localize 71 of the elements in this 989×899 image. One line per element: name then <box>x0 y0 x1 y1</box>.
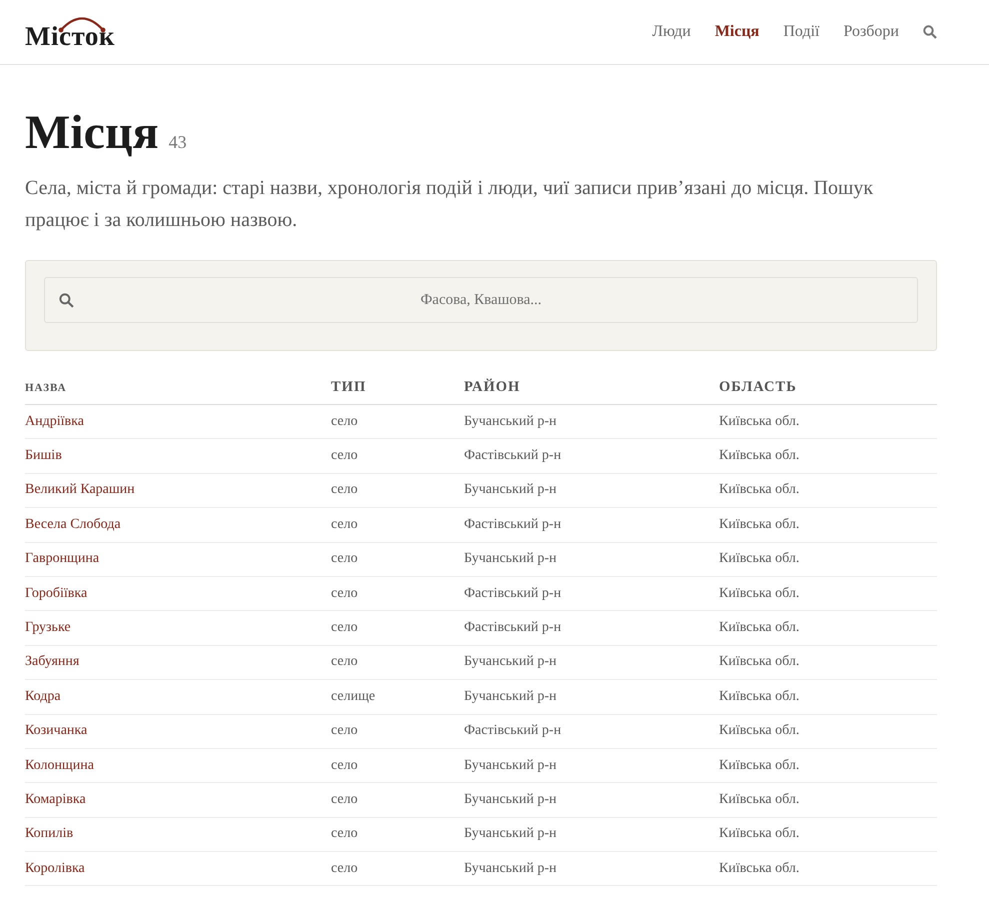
table-cell: Бучанський р-н <box>464 758 556 773</box>
table-cell: Бучанський р-н <box>464 551 556 566</box>
table-cell: Київська обл. <box>719 792 800 807</box>
table-cell: Бучанський р-н <box>464 688 556 704</box>
search-field[interactable]: Фасова, Квашова... <box>44 277 918 323</box>
table-cell: Бучанський р-н <box>464 482 556 498</box>
column-header: НАЗВА <box>25 379 331 404</box>
place-link[interactable]: Кодра <box>25 688 61 704</box>
nav-link[interactable]: Місця <box>714 23 760 41</box>
table-cell: село <box>331 586 358 601</box>
page-title: Місця <box>25 105 159 160</box>
place-link[interactable]: Весела Слобода <box>25 516 121 532</box>
table-cell: Київська обл. <box>719 620 800 636</box>
table-cell: село <box>331 826 358 842</box>
place-count: 43 <box>168 132 187 153</box>
logo[interactable]: Місток <box>25 20 115 52</box>
table-cell: Фастівський р-н <box>464 448 562 464</box>
page-description: Села, міста й громади: старі назви, хронологія подій і люди, чиї записи прив’язані до місця. Пошук працює і за колишньою назвою. <box>25 176 874 233</box>
table-cell: Київська обл. <box>719 758 800 773</box>
table-cell: село <box>331 551 358 566</box>
table-cell: село <box>331 414 358 429</box>
table-cell: Київська обл. <box>719 414 800 429</box>
table-cell: Бучанський р-н <box>464 654 556 670</box>
table-cell: село <box>331 860 358 876</box>
place-link[interactable]: Гавронщина <box>25 551 100 566</box>
place-link[interactable]: Комарівка <box>25 792 86 807</box>
column-header: ТИП <box>331 379 464 404</box>
table-cell: село <box>331 654 358 670</box>
table-cell: село <box>331 482 358 498</box>
search-icon[interactable] <box>923 25 937 39</box>
table-cell: село <box>331 516 358 532</box>
table-cell: Бучанський р-н <box>464 826 556 842</box>
table-cell: Київська обл. <box>719 654 800 670</box>
place-link[interactable]: Великий Карашин <box>25 482 135 498</box>
column-header: ОБЛАСТЬ <box>719 379 937 404</box>
place-link[interactable]: Горобіївка <box>25 586 88 601</box>
table-cell: Бучанський р-н <box>464 860 556 876</box>
nav-link[interactable]: Люди <box>652 23 691 41</box>
table-cell: Бучанський р-н <box>464 792 556 807</box>
table-cell: село <box>331 620 358 636</box>
place-link[interactable]: Колонщина <box>25 758 94 773</box>
place-link[interactable]: Копилів <box>25 826 74 842</box>
table-cell: Київська обл. <box>719 586 800 601</box>
table-cell: селище <box>331 688 376 704</box>
table-cell: Київська обл. <box>719 448 800 464</box>
table-cell: Київська обл. <box>719 723 800 738</box>
table-cell: Фастівський р-н <box>464 516 562 532</box>
table-cell: Київська обл. <box>719 688 800 704</box>
place-link[interactable]: Бишів <box>25 448 62 464</box>
table-cell: Фастівський р-н <box>464 620 562 636</box>
column-header: РАЙОН <box>464 379 719 404</box>
search-icon <box>59 293 74 308</box>
table-cell: село <box>331 792 358 807</box>
place-link[interactable]: Грузьке <box>25 620 71 636</box>
table-cell: село <box>331 448 358 464</box>
table-cell: село <box>331 758 358 773</box>
table-cell: Київська обл. <box>719 551 800 566</box>
table-cell: Київська обл. <box>719 860 800 876</box>
table-cell: Київська обл. <box>719 826 800 842</box>
place-link[interactable]: Королівка <box>25 860 85 876</box>
table-cell: село <box>331 723 358 738</box>
place-link[interactable]: Андріївка <box>25 414 84 429</box>
table-cell: Бучанський р-н <box>464 414 556 429</box>
place-link[interactable]: Забуяння <box>25 654 80 670</box>
place-link[interactable]: Козичанка <box>25 723 88 738</box>
table-cell: Фастівський р-н <box>464 723 562 738</box>
nav-link[interactable]: Події <box>783 23 820 41</box>
table-cell: Київська обл. <box>719 482 800 498</box>
nav-link[interactable]: Розбори <box>843 23 899 41</box>
table-cell: Київська обл. <box>719 516 800 532</box>
table-cell: Фастівський р-н <box>464 586 562 601</box>
